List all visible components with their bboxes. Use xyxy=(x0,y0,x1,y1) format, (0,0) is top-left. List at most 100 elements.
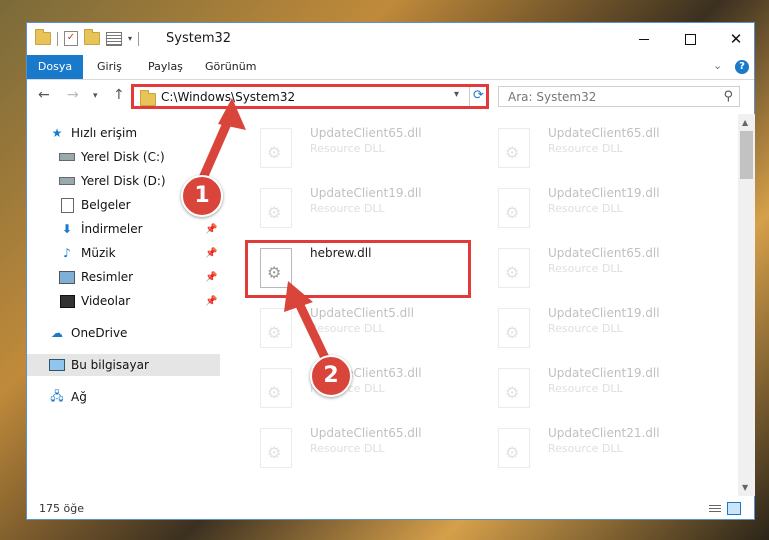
refresh-icon[interactable]: ⟳ xyxy=(473,88,484,103)
file-item[interactable]: UpdateClient63.dll Resource DLL xyxy=(246,358,466,418)
dll-file-icon xyxy=(498,128,530,168)
search-icon[interactable]: ⚲ xyxy=(723,89,733,104)
step-1-badge: 1 xyxy=(181,175,223,217)
navigation-pane: ★ Hızlı erişim Yerel Disk (C:) Yerel Dis… xyxy=(27,114,220,496)
scroll-thumb[interactable] xyxy=(740,131,753,179)
maximize-button[interactable] xyxy=(667,23,713,55)
quick-access-toolbar: ✓ ▾ xyxy=(35,29,140,46)
sidebar-item-label: OneDrive xyxy=(71,326,128,340)
recent-locations-icon[interactable]: ▾ xyxy=(93,91,98,101)
sidebar-item-disk-c[interactable]: Yerel Disk (C:) xyxy=(27,146,220,168)
documents-icon xyxy=(59,197,75,213)
minimize-icon xyxy=(639,38,649,40)
maximize-icon xyxy=(684,33,696,45)
sidebar-item-videos[interactable]: Videolar 📌 xyxy=(27,290,220,312)
dll-file-icon xyxy=(260,308,292,348)
pin-icon[interactable]: 📌 xyxy=(205,296,217,307)
folder-icon xyxy=(35,29,51,45)
tab-home[interactable]: Giriş xyxy=(87,55,132,79)
back-button[interactable]: ← xyxy=(38,87,50,103)
tab-view[interactable]: Görünüm xyxy=(195,55,266,79)
dll-file-icon xyxy=(260,188,292,228)
file-name: UpdateClient19.dll xyxy=(548,186,660,200)
videos-icon xyxy=(59,294,75,308)
star-icon: ★ xyxy=(51,126,63,140)
details-view-icon[interactable] xyxy=(709,503,721,513)
sidebar-item-onedrive[interactable]: ☁ OneDrive xyxy=(27,322,220,344)
sidebar-item-music[interactable]: ♪ Müzik 📌 xyxy=(27,242,220,264)
music-icon: ♪ xyxy=(63,246,71,260)
sidebar-item-quick-access[interactable]: ★ Hızlı erişim xyxy=(27,122,220,144)
file-name: UpdateClient19.dll xyxy=(310,186,422,200)
sidebar-item-pictures[interactable]: Resimler 📌 xyxy=(27,266,220,288)
item-count: 175 öğe xyxy=(39,502,84,515)
drive-icon xyxy=(59,174,75,188)
search-placeholder: Ara: System32 xyxy=(508,90,597,104)
ribbon-tabs: Dosya Giriş Paylaş Görünüm ⌄ ? xyxy=(27,55,754,80)
vertical-scrollbar[interactable]: ▲ ▼ xyxy=(738,114,755,496)
pin-icon[interactable]: 📌 xyxy=(205,272,217,283)
search-input[interactable]: Ara: System32 ⚲ xyxy=(498,86,740,107)
sidebar-item-label: Videolar xyxy=(81,294,131,308)
tab-file[interactable]: Dosya xyxy=(27,55,83,79)
address-separator xyxy=(469,87,470,106)
close-button[interactable]: ✕ xyxy=(713,23,759,55)
address-bar[interactable]: C:\Windows\System32 ▾ ⟳ xyxy=(131,84,489,109)
tab-share[interactable]: Paylaş xyxy=(138,55,193,79)
file-type: Resource DLL xyxy=(548,322,623,335)
file-item[interactable]: UpdateClient19.dll Resource DLL xyxy=(484,298,704,358)
help-icon[interactable]: ? xyxy=(735,60,749,74)
file-name: UpdateClient19.dll xyxy=(548,306,660,320)
file-item[interactable]: UpdateClient19.dll Resource DLL xyxy=(484,358,704,418)
dll-file-icon xyxy=(498,428,530,468)
sidebar-item-network[interactable]: 🖧 Ağ xyxy=(27,386,220,408)
file-item[interactable]: UpdateClient65.dll Resource DLL xyxy=(246,118,466,178)
pin-icon[interactable]: 📌 xyxy=(205,224,217,235)
file-type: Resource DLL xyxy=(548,202,623,215)
sidebar-item-label: Belgeler xyxy=(81,198,131,212)
address-dropdown-icon[interactable]: ▾ xyxy=(454,89,459,100)
file-list: UpdateClient65.dll Resource DLL UpdateCl… xyxy=(232,114,738,496)
dll-file-icon xyxy=(260,128,292,168)
address-path[interactable]: C:\Windows\System32 xyxy=(161,90,295,104)
sidebar-item-this-pc[interactable]: Bu bilgisayar xyxy=(27,354,220,376)
file-type: Resource DLL xyxy=(310,442,385,455)
properties-check-icon[interactable]: ✓ xyxy=(64,31,78,46)
status-bar: 175 öğe xyxy=(27,497,754,519)
sidebar-item-downloads[interactable]: ⬇ İndirmeler 📌 xyxy=(27,218,220,240)
large-icons-view-icon[interactable] xyxy=(727,502,741,515)
explorer-window: ✓ ▾ System32 ✕ Dosya Giriş Paylaş Görünü… xyxy=(26,22,755,520)
forward-button[interactable]: → xyxy=(67,87,79,103)
dll-file-icon xyxy=(498,308,530,348)
drive-icon xyxy=(59,150,75,164)
highlight-box xyxy=(245,240,471,298)
file-type: Resource DLL xyxy=(548,442,623,455)
sidebar-item-label: Müzik xyxy=(81,246,116,260)
pin-icon[interactable]: 📌 xyxy=(205,248,217,259)
file-type: Resource DLL xyxy=(310,322,385,335)
file-item[interactable]: UpdateClient21.dll Resource DLL xyxy=(484,418,704,478)
file-name: UpdateClient65.dll xyxy=(548,126,660,140)
minimize-button[interactable] xyxy=(621,23,667,55)
download-icon: ⬇ xyxy=(61,222,73,236)
up-button[interactable]: ↑ xyxy=(113,87,125,103)
folder-icon xyxy=(140,90,156,106)
scroll-down-icon[interactable]: ▼ xyxy=(742,483,748,492)
file-item[interactable]: UpdateClient65.dll Resource DLL xyxy=(246,418,466,478)
new-folder-icon[interactable] xyxy=(84,29,100,45)
view-list-icon[interactable] xyxy=(106,31,122,46)
address-row: ← → ▾ ↑ C:\Windows\System32 ▾ ⟳ Ara: Sys… xyxy=(27,80,754,114)
ribbon-expand-icon[interactable]: ⌄ xyxy=(713,59,722,72)
file-name: UpdateClient19.dll xyxy=(548,366,660,380)
file-item[interactable]: UpdateClient19.dll Resource DLL xyxy=(484,178,704,238)
file-item[interactable]: UpdateClient5.dll Resource DLL xyxy=(246,298,466,358)
chevron-down-icon[interactable]: ▾ xyxy=(128,34,132,43)
cloud-icon: ☁ xyxy=(51,326,63,340)
pictures-icon xyxy=(59,270,75,284)
toolbar-separator xyxy=(57,31,58,46)
scroll-up-icon[interactable]: ▲ xyxy=(742,118,748,127)
file-item[interactable]: UpdateClient65.dll Resource DLL xyxy=(484,238,704,298)
sidebar-item-label: Yerel Disk (D:) xyxy=(81,174,166,188)
file-item[interactable]: UpdateClient19.dll Resource DLL xyxy=(246,178,466,238)
file-item[interactable]: UpdateClient65.dll Resource DLL xyxy=(484,118,704,178)
